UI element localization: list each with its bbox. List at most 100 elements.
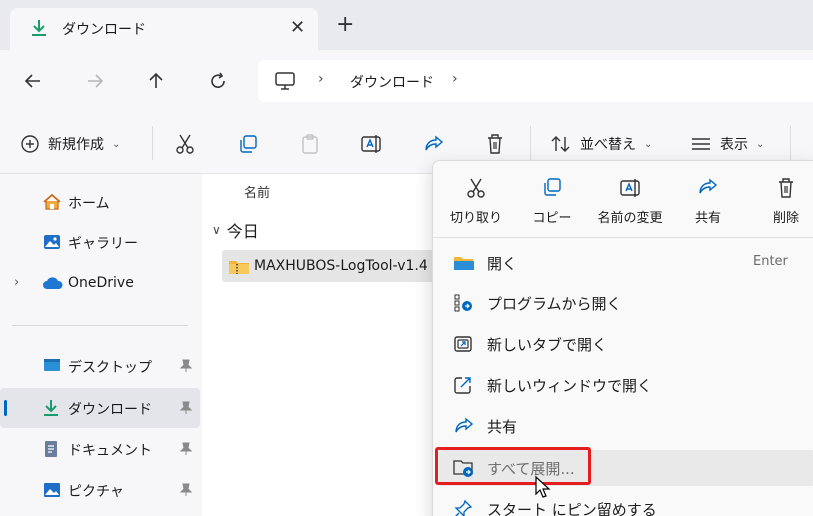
- pin-icon[interactable]: [179, 401, 193, 419]
- up-button[interactable]: [143, 68, 169, 94]
- home-icon: [42, 192, 62, 216]
- menu-separator: [433, 237, 813, 238]
- sidebar-item-downloads[interactable]: ダウンロード: [0, 388, 200, 428]
- sidebar-item-label: OneDrive: [68, 275, 134, 291]
- group-header-today[interactable]: ∨ 今日: [212, 218, 259, 242]
- view-list-icon: [692, 138, 710, 150]
- sort-icon: [551, 136, 570, 152]
- delete-button[interactable]: [485, 132, 505, 156]
- context-share-button[interactable]: 共有: [673, 171, 743, 231]
- navigation-pane: ホーム ギャラリー › OneDrive デスクトップ ダウンロード ドキュメン…: [0, 174, 202, 516]
- sidebar-item-onedrive[interactable]: › OneDrive: [0, 264, 200, 304]
- tab-downloads[interactable]: ダウンロード ✕: [10, 8, 318, 50]
- new-tab-icon: [453, 334, 473, 358]
- new-button[interactable]: 新規作成 ⌄: [20, 132, 120, 156]
- up-arrow-icon: [149, 72, 163, 88]
- forward-arrow-icon: [88, 74, 104, 88]
- view-label: 表示: [720, 137, 748, 153]
- breadcrumb-downloads[interactable]: ダウンロード: [350, 72, 434, 92]
- rename-icon: [361, 135, 381, 153]
- new-label: 新規作成: [48, 137, 104, 153]
- gallery-icon: [42, 232, 62, 256]
- zip-folder-icon: [228, 258, 250, 280]
- menu-item-open[interactable]: 開く Enter: [439, 245, 813, 281]
- quick-action-label: コピー: [532, 211, 572, 226]
- desktop-icon: [42, 356, 62, 378]
- paste-button[interactable]: [300, 132, 320, 156]
- tab-title: ダウンロード: [62, 22, 146, 38]
- menu-item-label: 共有: [487, 418, 518, 436]
- copy-icon: [240, 135, 257, 153]
- copy-icon: [517, 177, 587, 197]
- menu-item-open-new-window[interactable]: 新しいウィンドウで開く: [439, 367, 813, 403]
- sidebar-item-documents[interactable]: ドキュメント: [0, 429, 200, 469]
- sort-button[interactable]: 並べ替え ⌄: [550, 132, 652, 156]
- address-bar[interactable]: › ダウンロード ›: [258, 60, 813, 102]
- context-delete-button[interactable]: 削除: [751, 171, 813, 231]
- breadcrumb-separator[interactable]: ›: [452, 71, 458, 87]
- cut-icon: [441, 177, 511, 199]
- new-tab-button[interactable]: +: [336, 14, 354, 36]
- sidebar-item-label: ピクチャ: [68, 484, 124, 500]
- pin-icon: [453, 499, 473, 516]
- sidebar-item-pictures[interactable]: ピクチャ: [0, 470, 200, 510]
- breadcrumb-separator[interactable]: ›: [318, 71, 324, 87]
- delete-icon: [751, 177, 813, 199]
- delete-icon: [488, 134, 502, 154]
- rename-button[interactable]: [360, 132, 382, 156]
- document-icon: [42, 439, 60, 463]
- sidebar-item-label: ドキュメント: [68, 443, 152, 459]
- chevron-right-icon[interactable]: ›: [14, 275, 19, 290]
- chevron-down-icon: ⌄: [644, 138, 653, 150]
- menu-item-open-new-tab[interactable]: 新しいタブで開く: [439, 326, 813, 362]
- back-button[interactable]: [20, 68, 46, 94]
- column-header-name[interactable]: 名前: [244, 182, 270, 201]
- pin-icon[interactable]: [179, 483, 193, 501]
- menu-item-label: スタート にピン留めする: [487, 501, 657, 516]
- group-label: 今日: [226, 222, 259, 241]
- pictures-icon: [42, 480, 62, 504]
- context-cut-button[interactable]: 切り取り: [441, 171, 511, 231]
- pin-icon[interactable]: [179, 359, 193, 377]
- share-icon: [673, 177, 743, 197]
- sidebar-item-desktop[interactable]: デスクトップ: [0, 346, 200, 386]
- menu-item-open-with[interactable]: プログラムから開く: [439, 285, 813, 321]
- menu-item-label: 新しいウィンドウで開く: [487, 377, 653, 395]
- chevron-down-icon: ∨: [212, 223, 221, 237]
- forward-button[interactable]: [82, 68, 108, 94]
- context-rename-button[interactable]: 名前の変更: [595, 171, 665, 231]
- paste-icon: [302, 134, 318, 154]
- rename-icon: [595, 177, 665, 199]
- sidebar-item-home[interactable]: ホーム: [0, 182, 200, 222]
- pc-icon: [274, 71, 296, 95]
- refresh-button[interactable]: [205, 68, 231, 94]
- menu-item-pin-to-start[interactable]: スタート にピン留めする: [439, 491, 813, 516]
- open-in-new-window-icon: [453, 375, 473, 399]
- sidebar-item-gallery[interactable]: ギャラリー: [0, 222, 200, 262]
- close-tab-button[interactable]: ✕: [290, 17, 305, 38]
- plus-circle-icon: [21, 135, 39, 153]
- divider: [152, 126, 153, 160]
- divider: [790, 126, 791, 160]
- share-icon: [425, 135, 444, 151]
- menu-item-label: 開く: [487, 255, 518, 273]
- menu-item-label: プログラムから開く: [487, 295, 622, 313]
- cut-button[interactable]: [175, 132, 195, 156]
- sort-label: 並べ替え: [580, 137, 636, 153]
- share-icon: [453, 416, 475, 440]
- quick-action-label: 削除: [772, 211, 799, 226]
- navigation-bar: › ダウンロード ›: [0, 50, 813, 112]
- onedrive-cloud-icon: [42, 274, 64, 296]
- view-button[interactable]: 表示 ⌄: [690, 132, 764, 156]
- file-row[interactable]: MAXHUBOS-LogTool-v1.4: [222, 250, 442, 282]
- sidebar-item-label: ダウンロード: [68, 402, 152, 418]
- menu-item-label: 新しいタブで開く: [487, 336, 608, 354]
- sidebar-item-label: デスクトップ: [68, 360, 152, 376]
- download-icon: [30, 18, 48, 42]
- pin-icon[interactable]: [179, 442, 193, 460]
- context-copy-button[interactable]: コピー: [517, 171, 587, 231]
- share-button[interactable]: [423, 132, 445, 156]
- copy-button[interactable]: [238, 132, 258, 156]
- back-arrow-icon: [24, 74, 40, 88]
- menu-item-share[interactable]: 共有: [439, 408, 813, 444]
